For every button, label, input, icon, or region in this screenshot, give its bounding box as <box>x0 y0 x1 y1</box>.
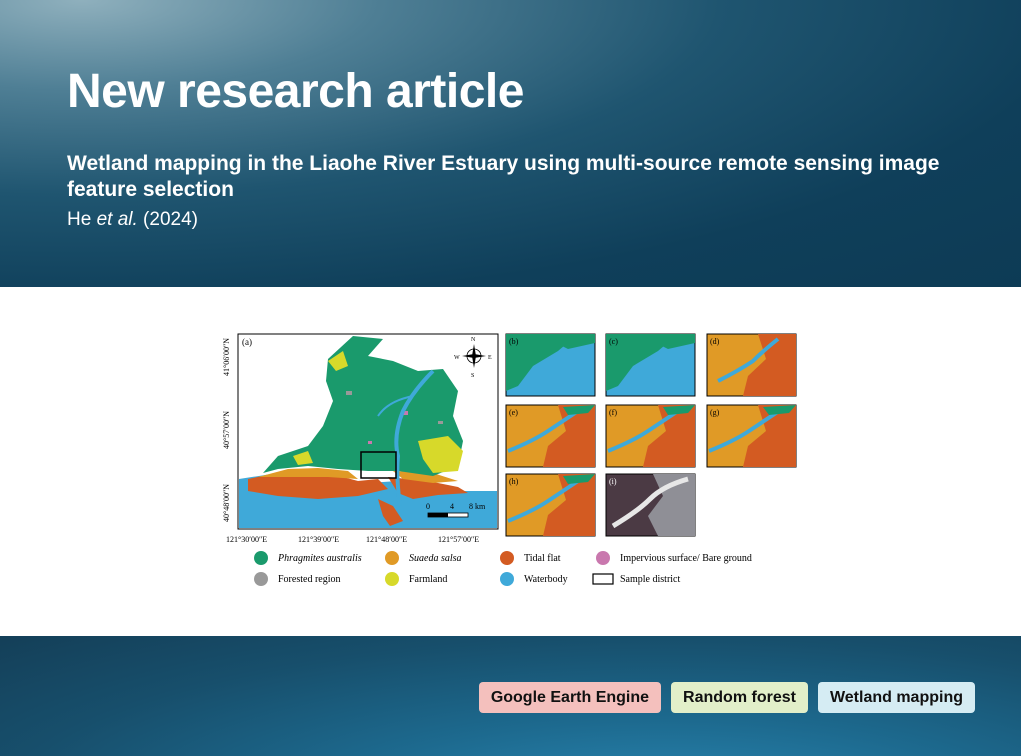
panel-c: (c) <box>605 333 696 397</box>
lon-label: 121°39′00″E <box>298 535 339 544</box>
panel-label-i: (i) <box>609 477 617 486</box>
footer-banner: Google Earth Engine Random forest Wetlan… <box>0 636 1021 756</box>
panel-label-c: (c) <box>609 337 618 346</box>
panel-f: (f) <box>605 404 696 468</box>
scale-0: 0 <box>426 502 430 511</box>
legend-label: Sample district <box>620 574 680 585</box>
lat-label: 41°06′00″N <box>222 338 231 376</box>
panel-label-g: (g) <box>710 408 720 417</box>
compass-n: N <box>471 337 476 343</box>
panel-d: (d) <box>706 333 797 397</box>
compass-e: E <box>488 355 492 361</box>
legend-label: Tidal flat <box>524 553 561 564</box>
lon-label: 121°48′00″E <box>366 535 407 544</box>
wetland-map-figure: N S E W 0 4 8 km (a) 41°06′00″N 40°57′00… <box>222 333 797 586</box>
lat-label: 40°57′00″N <box>222 411 231 449</box>
scale-4: 4 <box>450 502 454 511</box>
lat-label: 40°48′00″N <box>222 484 231 522</box>
panel-label-f: (f) <box>609 408 617 417</box>
panel-e: (e) <box>505 404 596 468</box>
legend-label: Farmland <box>409 574 447 585</box>
legend-label: Phragmites australis <box>277 553 362 564</box>
legend-label: Waterbody <box>524 574 568 585</box>
lon-label: 121°57′00″E <box>438 535 479 544</box>
panel-g: (g) <box>706 404 797 468</box>
panel-label-a: (a) <box>242 337 252 347</box>
legend-label: Suaeda salsa <box>409 553 462 564</box>
author-name: He <box>67 209 97 230</box>
figure-area: N S E W 0 4 8 km (a) 41°06′00″N 40°57′00… <box>0 287 1021 636</box>
legend-label: Impervious surface/ Bare ground <box>620 553 752 564</box>
legend-label: Forested region <box>278 574 341 585</box>
panel-i: (i) <box>605 473 696 537</box>
tag-google-earth-engine: Google Earth Engine <box>478 682 662 713</box>
keyword-tags: Google Earth Engine Random forest Wetlan… <box>478 682 975 713</box>
panel-b: (b) <box>505 333 596 397</box>
map-legend: Phragmites australis Suaeda salsa Tidal … <box>254 551 752 586</box>
header-banner: New research article Wetland mapping in … <box>0 0 1021 287</box>
article-authors: He et al. (2024) <box>67 209 198 231</box>
panel-label-d: (d) <box>710 337 720 346</box>
article-title: Wetland mapping in the Liaohe River Estu… <box>67 152 940 201</box>
panel-a: N S E W 0 4 8 km (a) 41°06′00″N 40°57′00… <box>222 333 499 544</box>
panel-label-b: (b) <box>509 337 519 346</box>
compass-s: S <box>471 373 474 379</box>
panel-h: (h) <box>505 473 596 537</box>
panel-label-h: (h) <box>509 477 519 486</box>
page-title: New research article <box>67 65 524 118</box>
panel-label-e: (e) <box>509 408 518 417</box>
tag-random-forest: Random forest <box>671 682 808 713</box>
et-al: et al. <box>96 209 138 230</box>
scale-8km: 8 km <box>469 502 486 511</box>
publication-year: (2024) <box>137 209 198 230</box>
lon-label: 121°30′00″E <box>226 535 267 544</box>
compass-w: W <box>454 355 460 361</box>
tag-wetland-mapping: Wetland mapping <box>817 682 975 713</box>
